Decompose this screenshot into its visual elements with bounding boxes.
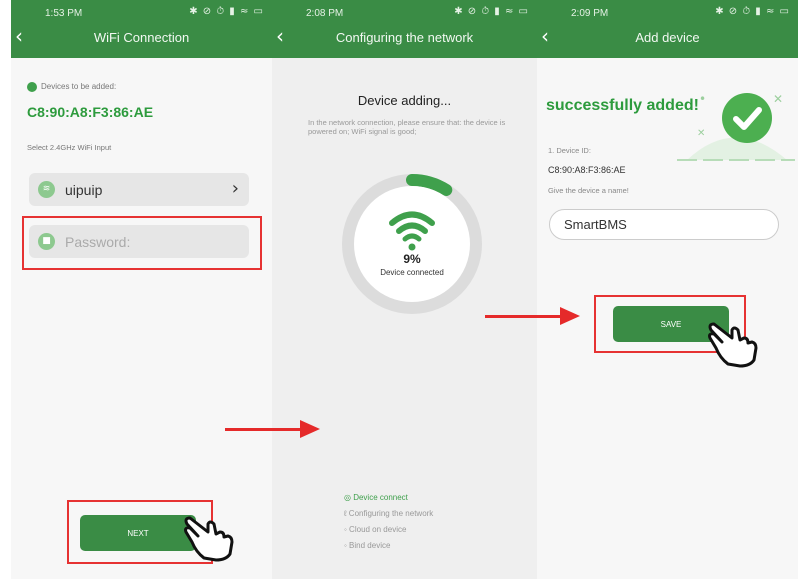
add-device-screen: 2:09 PM ✱ ⊘ ⏱ ▮ ≈ ▭ ‹ Add device success… (537, 0, 798, 579)
status-icons: ✱ ⊘ ⏱ ▮ ≈ ▭ (715, 6, 790, 17)
device-id-label: 1. Device ID: (548, 146, 591, 155)
arrow-shaft (485, 315, 563, 318)
wifi-select[interactable]: ≋ uipuip › (29, 173, 249, 206)
wifi-icon: ≋ (38, 181, 55, 198)
page-title: WiFi Connection (93, 30, 190, 45)
step-item: ℓ Configuring the network (344, 509, 434, 518)
status-icons: ✱ ⊘ ⏱ ▮ ≈ ▭ (454, 6, 529, 17)
pointing-hand-icon (184, 516, 234, 562)
sparkle-icon: ✕ (773, 92, 784, 106)
adding-heading: Device adding... (357, 93, 452, 108)
pointing-hand-icon (708, 322, 758, 368)
status-time: 1:53 PM (45, 8, 83, 19)
arrow-right-icon (560, 307, 580, 325)
app-header: 2:08 PM ✱ ⊘ ⏱ ▮ ≈ ▭ ‹ Configuring the ne… (272, 0, 537, 58)
progress-center: 9% Device connected (354, 186, 470, 302)
status-time: 2:08 PM (306, 8, 344, 19)
steps-list: ◎ Device connect ℓ Configuring the netwo… (344, 490, 433, 554)
arrow-right-icon (300, 420, 320, 438)
page-title: Add device (635, 30, 700, 45)
step-item: ◦ Cloud on device (344, 525, 407, 534)
progress-percent: 9% (403, 252, 421, 266)
progress-ring: 9% Device connected (342, 174, 482, 314)
select-wifi-label: Select 2.4GHz WiFi Input (27, 143, 112, 152)
wifi-name: uipuip (65, 182, 103, 198)
device-mac: C8:90:A8:F3:86:AE (27, 104, 154, 120)
password-highlight (22, 216, 262, 270)
device-icon (27, 82, 37, 92)
progress-label: Device connected (380, 268, 444, 277)
arrow-shaft (225, 428, 303, 431)
wifi-icon (389, 211, 435, 251)
chevron-right-icon: › (231, 178, 239, 199)
device-name-input[interactable]: SmartBMS (549, 209, 779, 240)
sparkle-icon: • (699, 92, 707, 106)
app-header: 2:09 PM ✱ ⊘ ⏱ ▮ ≈ ▭ ‹ Add device (537, 0, 798, 58)
devices-label: Devices to be added: (27, 82, 116, 92)
name-prompt: Give the device a name! (548, 186, 629, 195)
success-message: successfully added! (546, 97, 699, 114)
configuring-network-screen: 2:08 PM ✱ ⊘ ⏱ ▮ ≈ ▭ ‹ Configuring the ne… (272, 0, 537, 579)
check-icon (722, 93, 772, 143)
connection-note: In the network connection, please ensure… (308, 118, 506, 136)
app-header: 1:53 PM ✱ ⊘ ⏱ ▮ ≈ ▭ ‹ WiFi Connection (11, 0, 272, 58)
step-item: ◎ Device connect (344, 493, 408, 502)
status-time: 2:09 PM (571, 8, 609, 19)
device-id: C8:90:A8:F3:86:AE (548, 165, 626, 175)
page-title: Configuring the network (335, 30, 474, 45)
wifi-connection-screen: 1:53 PM ✱ ⊘ ⏱ ▮ ≈ ▭ ‹ WiFi Connection De… (11, 0, 272, 579)
step-item: ◦ Bind device (344, 541, 391, 550)
status-icons: ✱ ⊘ ⏱ ▮ ≈ ▭ (189, 6, 264, 17)
